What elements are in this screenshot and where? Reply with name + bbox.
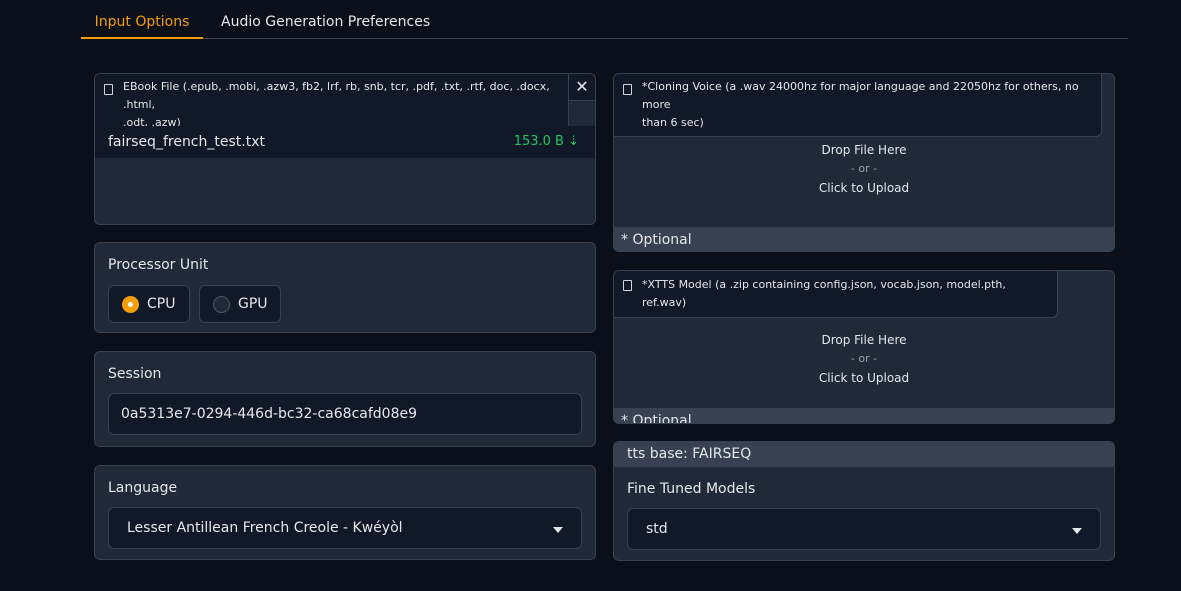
file-name: fairseq_french_test.txt (108, 134, 265, 150)
tts-base-label: tts base: FAIRSEQ (614, 442, 1114, 467)
cloning-voice-label: *Cloning Voice (a .wav 24000hz for major… (614, 74, 1102, 137)
ebook-label-line1: EBook File (.epub, .mobi, .azw3, fb2, lr… (123, 80, 550, 111)
voice-label-line1: *Cloning Voice (a .wav 24000hz for major… (642, 80, 1079, 111)
tab-audio-generation-preferences[interactable]: Audio Generation Preferences (221, 0, 430, 39)
voice-label-line2: than 6 sec) (642, 116, 704, 129)
uploaded-file-row: fairseq_french_test.txt 153.0 B ⇣ (95, 126, 595, 158)
ebook-file-upload[interactable]: EBook File (.epub, .mobi, .azw3, fb2, lr… (94, 73, 596, 225)
close-icon[interactable]: ✕ (568, 74, 595, 101)
fine-tuned-selected-value: std (646, 521, 668, 537)
xtts-click-to-upload[interactable]: Click to Upload (614, 371, 1114, 385)
fine-tuned-models-dropdown[interactable]: std (627, 508, 1101, 550)
processor-unit-label: Processor Unit (108, 257, 209, 273)
xtts-optional-note: * Optional (614, 408, 1114, 423)
session-input[interactable]: 0a5313e7-0294-446d-bc32-ca68cafd08e9 (108, 393, 582, 435)
radio-gpu[interactable]: GPU (199, 285, 281, 323)
xtts-label-text: *XTTS Model (a .zip containing config.js… (642, 278, 1006, 309)
chevron-down-icon[interactable] (1072, 528, 1082, 534)
fine-tuned-models-block: tts base: FAIRSEQ Fine Tuned Models std (613, 441, 1115, 561)
radio-cpu-indicator[interactable] (122, 296, 139, 313)
fine-tuned-models-label: Fine Tuned Models (627, 481, 756, 497)
file-icon (623, 84, 632, 95)
voice-optional-note: * Optional (614, 227, 1114, 251)
voice-or-text: - or - (850, 162, 878, 175)
voice-click-to-upload[interactable]: Click to Upload (614, 181, 1114, 195)
xtts-model-label: *XTTS Model (a .zip containing config.js… (614, 271, 1058, 318)
xtts-drop-text: Drop File Here (821, 333, 907, 347)
session-block: Session 0a5313e7-0294-446d-bc32-ca68cafd… (94, 351, 596, 447)
radio-gpu-label: GPU (238, 296, 268, 312)
xtts-model-upload[interactable]: Drop File Here - or - Click to Upload *X… (613, 270, 1115, 424)
radio-cpu-label: CPU (147, 296, 176, 312)
chevron-down-icon[interactable] (553, 527, 563, 533)
tab-input-options[interactable]: Input Options (81, 0, 203, 39)
cloning-voice-upload[interactable]: Drop File Here - or - Click to Upload *C… (613, 73, 1115, 252)
xtts-or-text: - or - (850, 352, 878, 365)
voice-drop-text: Drop File Here (821, 143, 907, 157)
file-icon (623, 280, 632, 291)
radio-gpu-indicator[interactable] (213, 296, 230, 313)
language-label: Language (108, 480, 178, 496)
file-size-download-link[interactable]: 153.0 B ⇣ (514, 126, 579, 158)
session-label: Session (108, 366, 162, 382)
language-block: Language Lesser Antillean French Creole … (94, 465, 596, 560)
tab-bar: Input Options Audio Generation Preferenc… (81, 0, 1128, 39)
language-dropdown[interactable]: Lesser Antillean French Creole - Kwéyòl (108, 507, 582, 549)
radio-cpu[interactable]: CPU (108, 285, 190, 323)
language-selected-value: Lesser Antillean French Creole - Kwéyòl (127, 520, 403, 536)
file-icon (104, 84, 113, 95)
processor-unit-block: Processor Unit CPU GPU (94, 242, 596, 333)
